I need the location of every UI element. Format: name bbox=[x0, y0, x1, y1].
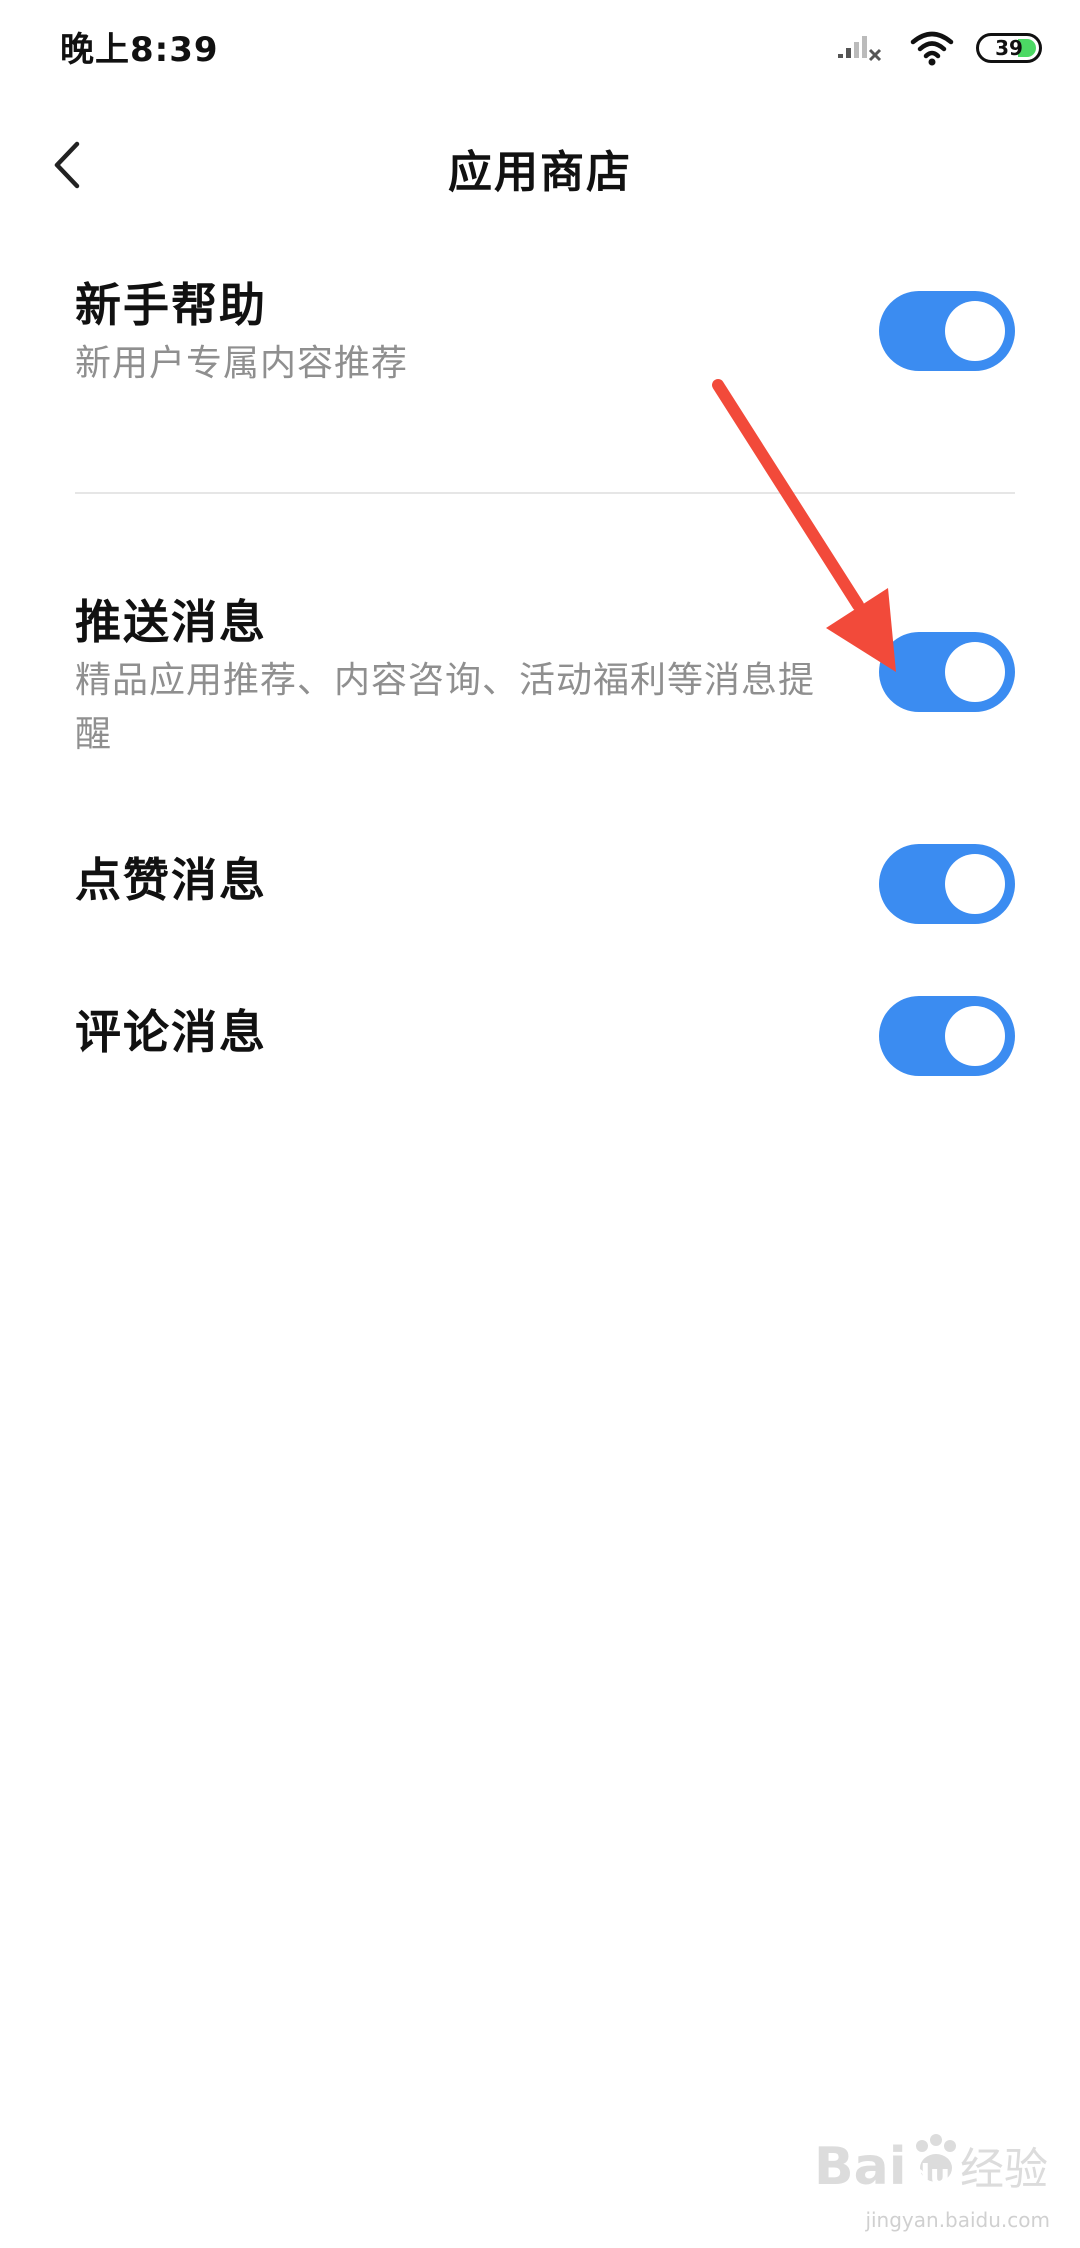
wifi-icon bbox=[910, 31, 954, 66]
setting-title: 推送消息 bbox=[75, 595, 267, 649]
setting-row-newbie-help[interactable]: 新手帮助 新用户专属内容推荐 bbox=[75, 275, 1015, 405]
setting-title: 评论消息 bbox=[75, 1005, 267, 1059]
setting-row-push-messages[interactable]: 推送消息 精品应用推荐、内容咨询、活动福利等消息提醒 bbox=[75, 592, 1015, 772]
status-time: 晚上8:39 bbox=[60, 30, 219, 70]
setting-row-comment-messages[interactable]: 评论消息 bbox=[75, 996, 1015, 1092]
watermark: Bai du 经验 jingyan.baidu.com bbox=[810, 2122, 1050, 2232]
battery-icon: 39 bbox=[976, 33, 1042, 63]
setting-row-like-messages[interactable]: 点赞消息 bbox=[75, 844, 1015, 940]
comment-messages-toggle[interactable] bbox=[879, 996, 1015, 1076]
signal-icon bbox=[838, 36, 882, 62]
setting-description: 精品应用推荐、内容咨询、活动福利等消息提醒 bbox=[75, 660, 816, 755]
divider bbox=[75, 492, 1015, 494]
battery-level: 39 bbox=[995, 36, 1023, 60]
newbie-help-toggle[interactable] bbox=[879, 291, 1015, 371]
header: 应用商店 bbox=[0, 110, 1080, 220]
push-messages-toggle[interactable] bbox=[879, 632, 1015, 712]
setting-title: 点赞消息 bbox=[75, 853, 267, 907]
svg-text:经验: 经验 bbox=[960, 2144, 1048, 2195]
like-messages-toggle[interactable] bbox=[879, 844, 1015, 924]
setting-title: 新手帮助 bbox=[75, 278, 267, 332]
svg-text:du: du bbox=[910, 2158, 950, 2191]
toggle-knob bbox=[945, 1006, 1005, 1066]
toggle-knob bbox=[945, 642, 1005, 702]
watermark-url: jingyan.baidu.com bbox=[865, 2208, 1050, 2232]
setting-description: 新用户专属内容推荐 bbox=[75, 343, 409, 384]
page-title: 应用商店 bbox=[448, 147, 632, 198]
status-bar: 晚上8:39 39 bbox=[0, 0, 1080, 100]
toggle-knob bbox=[945, 301, 1005, 361]
svg-text:Bai: Bai bbox=[814, 2137, 907, 2197]
toggle-knob bbox=[945, 854, 1005, 914]
status-icons: 39 bbox=[836, 26, 1042, 70]
baidu-paw-logo: Bai du 经验 bbox=[814, 2134, 1048, 2197]
